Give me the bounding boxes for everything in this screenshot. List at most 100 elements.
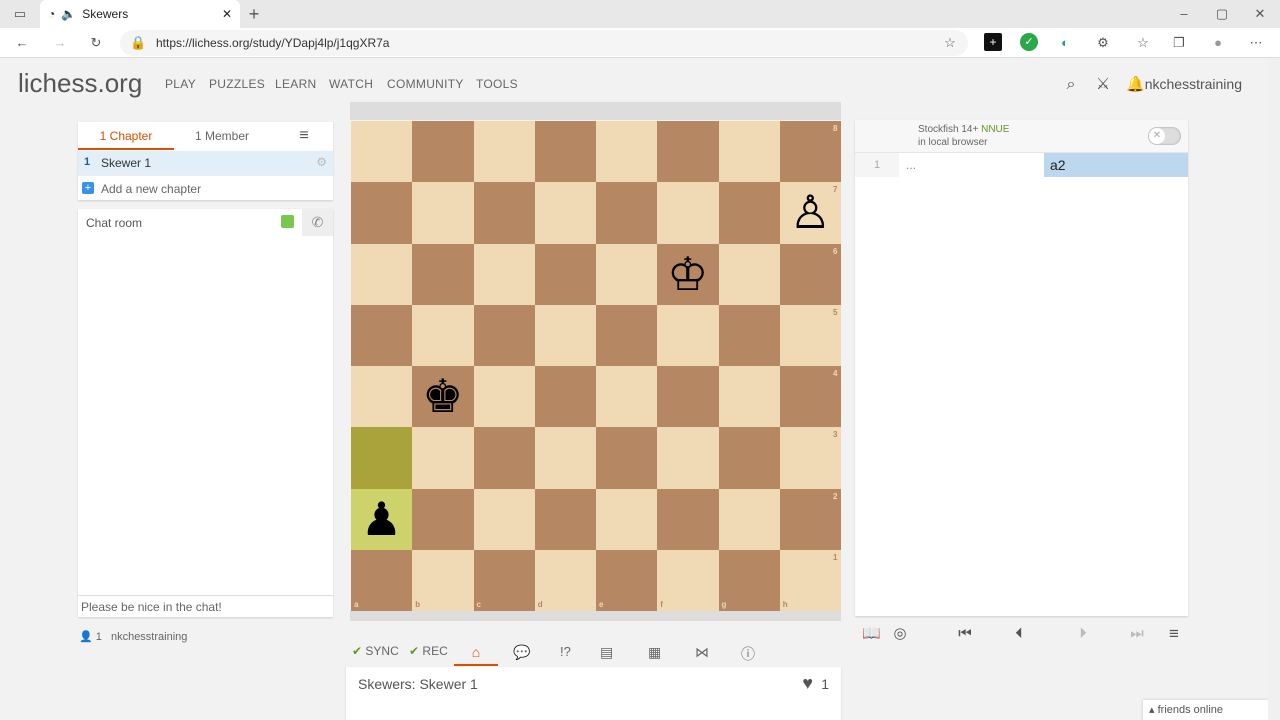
square-h6[interactable] xyxy=(779,243,841,305)
square-b8[interactable] xyxy=(412,121,474,183)
engine-toggle[interactable]: ✕ xyxy=(1148,127,1181,145)
practice-target-icon[interactable]: ◎ xyxy=(891,624,909,644)
square-c1[interactable] xyxy=(473,549,535,611)
square-f5[interactable] xyxy=(657,304,719,366)
close-window-icon[interactable]: ✕ xyxy=(1250,4,1270,24)
nav-puzzles[interactable]: PUZZLES xyxy=(209,77,265,91)
square-e7[interactable] xyxy=(596,182,658,244)
square-d3[interactable] xyxy=(534,427,596,489)
collections-icon[interactable]: ❐ xyxy=(1170,33,1188,53)
square-h3[interactable] xyxy=(779,427,841,489)
square-d1[interactable] xyxy=(534,549,596,611)
square-a5[interactable] xyxy=(351,304,413,366)
tab-chapters[interactable]: 1 Chapter xyxy=(78,122,174,150)
square-f8[interactable] xyxy=(657,121,719,183)
opening-explorer-icon[interactable]: 📖 xyxy=(862,624,881,644)
glyphs-tab-icon[interactable]: !? xyxy=(560,644,571,659)
square-h8[interactable] xyxy=(779,121,841,183)
first-move-icon[interactable]: ⏮ xyxy=(956,624,974,644)
search-icon[interactable]: ⌕ xyxy=(1062,75,1080,95)
square-c3[interactable] xyxy=(473,427,535,489)
last-move-icon[interactable]: ⏭ xyxy=(1128,624,1146,644)
sync-button[interactable]: ✔ SYNC xyxy=(352,644,399,658)
square-e3[interactable] xyxy=(596,427,658,489)
reload-icon[interactable]: ↻ xyxy=(86,33,106,53)
square-b3[interactable] xyxy=(412,427,474,489)
white-piece-h7[interactable]: ♙ xyxy=(780,182,841,243)
square-a1[interactable] xyxy=(351,549,413,611)
square-h2[interactable] xyxy=(779,488,841,550)
move-white[interactable]: ... xyxy=(906,153,916,177)
square-c2[interactable] xyxy=(473,488,535,550)
favorite-add-icon[interactable]: ☆ xyxy=(942,33,958,53)
audio-icon[interactable]: 🔈 xyxy=(61,7,76,21)
square-a4[interactable] xyxy=(351,366,413,428)
serverevals-tab-icon[interactable]: ▤ xyxy=(600,644,613,661)
square-b2[interactable] xyxy=(412,488,474,550)
nav-community[interactable]: COMMUNITY xyxy=(387,77,464,91)
prev-move-icon[interactable]: ⏴ xyxy=(1010,624,1028,644)
square-d6[interactable] xyxy=(534,243,596,305)
square-a7[interactable] xyxy=(351,182,413,244)
next-move-icon[interactable]: ⏵ xyxy=(1074,624,1092,644)
friends-online-button[interactable]: ▴ friends online xyxy=(1143,700,1268,720)
square-f7[interactable] xyxy=(657,182,719,244)
comments-tab-icon[interactable]: 💬 xyxy=(513,644,530,661)
square-d8[interactable] xyxy=(534,121,596,183)
square-c8[interactable] xyxy=(473,121,535,183)
black-piece-a2[interactable]: ♟ xyxy=(351,489,412,550)
black-piece-b4[interactable]: ♚ xyxy=(412,366,473,427)
minimize-icon[interactable]: – xyxy=(1174,4,1194,24)
rec-button[interactable]: ✔ REC xyxy=(409,644,448,658)
square-a8[interactable] xyxy=(351,121,413,183)
square-f4[interactable] xyxy=(657,366,719,428)
url-field[interactable]: 🔒 https://lichess.org/study/YDapj4lp/j1q… xyxy=(120,30,968,56)
square-e8[interactable] xyxy=(596,121,658,183)
square-d5[interactable] xyxy=(534,304,596,366)
square-d7[interactable] xyxy=(534,182,596,244)
chapter-row[interactable]: 1 Skewer 1 ⚙ xyxy=(78,151,333,175)
info-tab-icon[interactable]: ⓘ xyxy=(741,644,755,664)
heart-icon[interactable]: ♥ xyxy=(802,673,813,694)
square-g2[interactable] xyxy=(718,488,780,550)
square-g7[interactable] xyxy=(718,182,780,244)
tools-swords-icon[interactable]: ⚔ xyxy=(1094,75,1112,95)
extensions-icon[interactable]: ⚙ xyxy=(1094,33,1112,53)
close-tab-icon[interactable]: ✕ xyxy=(222,7,232,21)
profile-avatar[interactable]: ● xyxy=(1208,33,1228,53)
extension-circle-icon[interactable]: ◐ xyxy=(1056,33,1074,53)
member-name[interactable]: nkchesstraining xyxy=(111,631,187,643)
square-f3[interactable] xyxy=(657,427,719,489)
square-h1[interactable] xyxy=(779,549,841,611)
user-menu[interactable]: nkchesstraining xyxy=(1145,76,1242,92)
square-g5[interactable] xyxy=(718,304,780,366)
nav-learn[interactable]: LEARN xyxy=(275,77,317,91)
chapter-settings-icon[interactable]: ⚙ xyxy=(316,155,327,169)
maximize-icon[interactable]: ▢ xyxy=(1212,4,1232,24)
square-b6[interactable] xyxy=(412,243,474,305)
nav-play[interactable]: PLAY xyxy=(165,77,196,91)
add-chapter-row[interactable]: + Add a new chapter xyxy=(78,175,333,200)
square-f2[interactable] xyxy=(657,488,719,550)
analysis-menu-icon[interactable]: ≡ xyxy=(1165,624,1183,644)
notifications-bell-icon[interactable]: 🔔 xyxy=(1126,75,1145,95)
page-scrollbar[interactable] xyxy=(1268,58,1280,720)
nav-tools[interactable]: TOOLS xyxy=(476,77,518,91)
square-h4[interactable] xyxy=(779,366,841,428)
new-tab-icon[interactable]: + xyxy=(244,4,264,24)
square-c5[interactable] xyxy=(473,304,535,366)
square-g3[interactable] xyxy=(718,427,780,489)
more-options-icon[interactable]: ⋯ xyxy=(1246,33,1266,53)
forward-icon[interactable]: → xyxy=(50,33,70,53)
square-a3[interactable] xyxy=(351,427,413,489)
square-c6[interactable] xyxy=(473,243,535,305)
extension-plus-icon[interactable]: + xyxy=(984,33,1002,51)
square-g4[interactable] xyxy=(718,366,780,428)
chat-input[interactable]: Please be nice in the chat! xyxy=(78,595,333,617)
lock-icon[interactable]: 🔒 xyxy=(130,33,146,53)
site-logo[interactable]: lichess.org xyxy=(18,68,142,99)
square-g6[interactable] xyxy=(718,243,780,305)
back-icon[interactable]: ← xyxy=(12,33,32,53)
square-d2[interactable] xyxy=(534,488,596,550)
square-e2[interactable] xyxy=(596,488,658,550)
